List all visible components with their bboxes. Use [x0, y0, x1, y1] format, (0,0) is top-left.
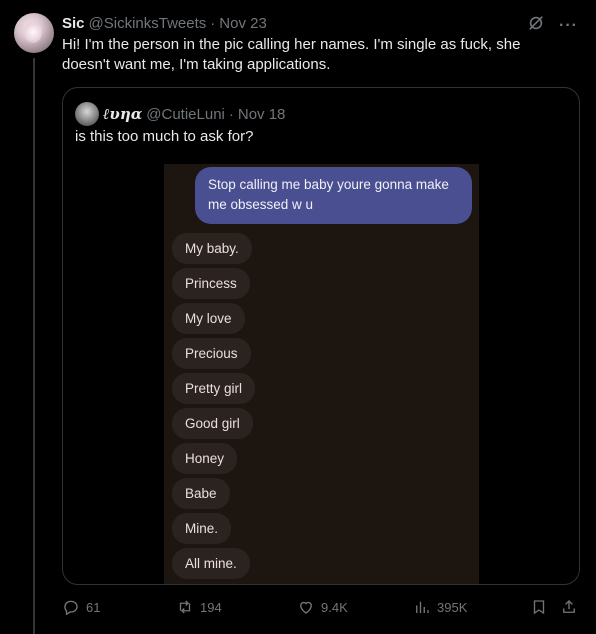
quote-header: ℓυηα @CutieLuni · Nov 18 [75, 102, 285, 126]
chat-screenshot-image[interactable]: Stop calling me baby youre gonna make me… [164, 164, 479, 584]
separator-dot: · [210, 14, 216, 32]
tweet-text: Hi! I'm the person in the pic calling he… [62, 36, 521, 73]
header-icons: ··· [527, 14, 578, 37]
views-icon [416, 601, 429, 613]
repost-count: 194 [200, 599, 222, 615]
reply-count: 61 [86, 599, 101, 615]
views-button[interactable]: 395K [413, 596, 467, 618]
like-count: 9.4K [321, 599, 348, 615]
reply-icon [64, 600, 78, 616]
received-message-bubble: My baby. [172, 233, 252, 264]
bookmark-icon [533, 600, 545, 615]
author-handle[interactable]: @SickinksTweets [89, 15, 207, 32]
quote-avatar[interactable] [75, 102, 99, 126]
like-button[interactable]: 9.4K [297, 596, 348, 618]
share-icon [563, 600, 575, 613]
received-message-bubble: My love [172, 303, 245, 334]
quote-time[interactable]: Nov 18 [238, 106, 286, 123]
share-button[interactable] [560, 596, 578, 618]
received-message-bubble: Princess [172, 268, 250, 299]
sent-message-bubble: Stop calling me baby youre gonna make me… [195, 167, 472, 224]
received-message-bubble: Mine. [172, 513, 232, 544]
received-message-bubble: All mine. [172, 548, 250, 579]
quote-tweet[interactable]: ℓυηα @CutieLuni · Nov 18 is this too muc… [62, 87, 580, 585]
more-icon[interactable]: ··· [559, 17, 578, 35]
grok-icon[interactable] [527, 14, 545, 37]
received-message-bubble: Honey [172, 443, 238, 474]
repost-icon [179, 600, 191, 614]
thread-line [33, 58, 35, 634]
tweet-header: Sic @SickinksTweets · Nov 23 [62, 13, 267, 33]
received-message-bubble: Babe [172, 478, 230, 509]
received-message-bubble: Precious [172, 338, 251, 369]
author-name[interactable]: Sic [62, 15, 85, 32]
separator-dot: · [228, 105, 234, 123]
reply-button[interactable]: 61 [62, 596, 100, 618]
quote-text: is this too much to ask for? [75, 128, 254, 145]
received-message-bubble: Pretty girl [172, 373, 256, 404]
repost-button[interactable]: 194 [176, 596, 222, 618]
views-count: 395K [437, 599, 468, 615]
action-bar: 61 194 9.4K 395K [62, 596, 582, 618]
bookmark-button[interactable] [530, 596, 548, 618]
like-icon [300, 601, 312, 614]
quote-author-name[interactable]: ℓυηα [103, 105, 142, 124]
quote-author-handle[interactable]: @CutieLuni [146, 106, 225, 123]
received-message-bubble: Good girl [172, 408, 253, 439]
avatar[interactable] [14, 13, 54, 53]
tweet-time[interactable]: Nov 23 [219, 15, 267, 32]
